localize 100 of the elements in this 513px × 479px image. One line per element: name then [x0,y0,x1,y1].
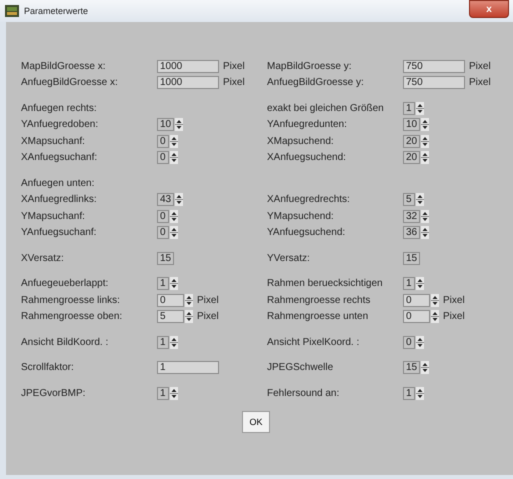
spinner-icon[interactable] [170,226,178,240]
field-label: XAnfuegredrechts: [267,194,351,206]
input-field[interactable]: 0 [403,294,430,307]
input-field[interactable]: 1 [157,277,169,290]
field-label: Rahmengroesse oben: [21,311,124,322]
field-label: Anfuegeueberlappt: [21,278,110,290]
spinner-icon[interactable] [421,118,430,132]
field-label: Anfuegen unten: [21,178,96,189]
input-field[interactable]: 0 [157,210,169,223]
field-label: YVersatz: [267,252,311,264]
spinner-icon[interactable] [416,193,424,206]
unit-label: Pixel [443,294,465,306]
input-field[interactable]: 0 [403,336,415,349]
ok-button[interactable]: OK [242,410,270,432]
spinner-icon[interactable] [170,151,178,164]
unit-label: Pixel [197,294,219,306]
unit-label: Pixel [223,60,245,72]
spinner-icon[interactable] [170,277,178,290]
unit-label: Pixel [469,77,491,88]
field-label: AnfuegBildGroesse y: [267,77,365,88]
field-label: Rahmen beruecksichtigen [267,278,384,290]
field-label: XAnfuegsuchend: [267,152,347,164]
spinner-icon[interactable] [421,210,430,223]
input-field[interactable]: 20 [403,134,420,148]
field-label: Ansicht PixelKoord. : [267,336,360,348]
input-field[interactable]: 15 [403,252,420,265]
unit-label: Pixel [197,311,219,322]
input-field[interactable]: 1 [403,277,415,290]
field-label: MapBildGroesse y: [267,60,352,72]
input-field[interactable]: 43 [157,193,174,206]
spinner-icon[interactable] [175,118,184,132]
input-field[interactable]: 20 [403,151,420,164]
input-field[interactable]: 1000 [157,60,219,73]
field-label: AnfuegBildGroesse x: [21,77,119,88]
input-field[interactable]: 36 [403,226,420,240]
input-field[interactable]: 5 [403,193,415,206]
unit-label: Pixel [443,311,465,322]
input-field[interactable]: 0 [157,294,184,307]
app-icon [5,5,19,17]
field-label: Ansicht BildKoord. : [21,336,110,348]
input-field[interactable]: 1 [157,336,169,349]
field-label: MapBildGroesse x: [21,60,106,72]
input-field[interactable]: 10 [157,118,174,132]
field-label: Rahmengroesse rechts [267,294,372,306]
spinner-icon[interactable] [416,336,424,349]
field-label: XMapsuchanf: [21,136,86,147]
field-label: XAnfuegredlinks: [21,194,98,206]
input-field[interactable]: 15 [403,361,420,374]
field-label: Anfuegen rechts: [21,102,98,114]
spinner-icon[interactable] [170,134,178,148]
input-field[interactable]: 0 [157,134,169,148]
spinner-icon[interactable] [170,386,178,400]
spinner-icon[interactable] [416,386,424,400]
field-label: XVersatz: [21,252,65,264]
input-field[interactable]: 0 [157,151,169,164]
spinner-icon[interactable] [431,310,439,324]
spinner-icon[interactable] [170,336,178,349]
input-field[interactable]: 750 [403,60,465,73]
input-field[interactable]: 1 [403,102,415,115]
spinner-icon[interactable] [421,226,430,240]
field-label: YMapsuchend: [267,210,335,222]
field-label: Rahmengroesse links: [21,294,121,306]
spinner-icon[interactable] [185,294,193,307]
input-field[interactable]: 1 [403,386,415,400]
spinner-icon[interactable] [421,134,430,148]
field-label: JPEGvorBMP: [21,388,86,399]
field-label: exakt bei gleichen Größen [267,102,385,114]
spinner-icon[interactable] [170,210,178,223]
spinner-icon[interactable] [431,294,439,307]
field-label: Rahmengroesse unten [267,311,370,322]
field-label: Scrollfaktor: [21,362,75,374]
field-label: XMapsuchend: [267,136,335,147]
field-label: XAnfuegsuchanf: [21,152,98,164]
field-label: JPEGSchwelle [267,362,334,374]
input-field[interactable]: 1000 [157,76,219,90]
spinner-icon[interactable] [175,193,184,206]
field-label: YAnfuegsuchend: [267,227,346,238]
unit-label: Pixel [223,77,245,88]
field-label: YAnfuegredoben: [21,119,100,130]
input-field[interactable]: 1 [157,361,219,374]
spinner-icon[interactable] [416,102,424,115]
spinner-icon[interactable] [421,151,430,164]
input-field[interactable]: 750 [403,76,465,90]
field-label: YAnfuegredunten: [267,119,348,130]
field-label: YAnfuegsuchanf: [21,227,98,238]
spinner-icon[interactable] [421,361,430,374]
window-title: Parameterwerte [24,6,90,16]
spinner-icon[interactable] [185,310,193,324]
input-field[interactable]: 0 [403,310,430,324]
input-field[interactable]: 1 [157,386,169,400]
field-label: Fehlersound an: [267,388,340,399]
input-field[interactable]: 32 [403,210,420,223]
input-field[interactable]: 0 [157,226,169,240]
input-field[interactable]: 15 [157,252,174,265]
input-field[interactable]: 5 [157,310,184,324]
input-field[interactable]: 10 [403,118,420,132]
field-label: YMapsuchanf: [21,210,86,222]
spinner-icon[interactable] [416,277,424,290]
unit-label: Pixel [469,60,491,72]
close-button[interactable]: x [469,0,509,18]
